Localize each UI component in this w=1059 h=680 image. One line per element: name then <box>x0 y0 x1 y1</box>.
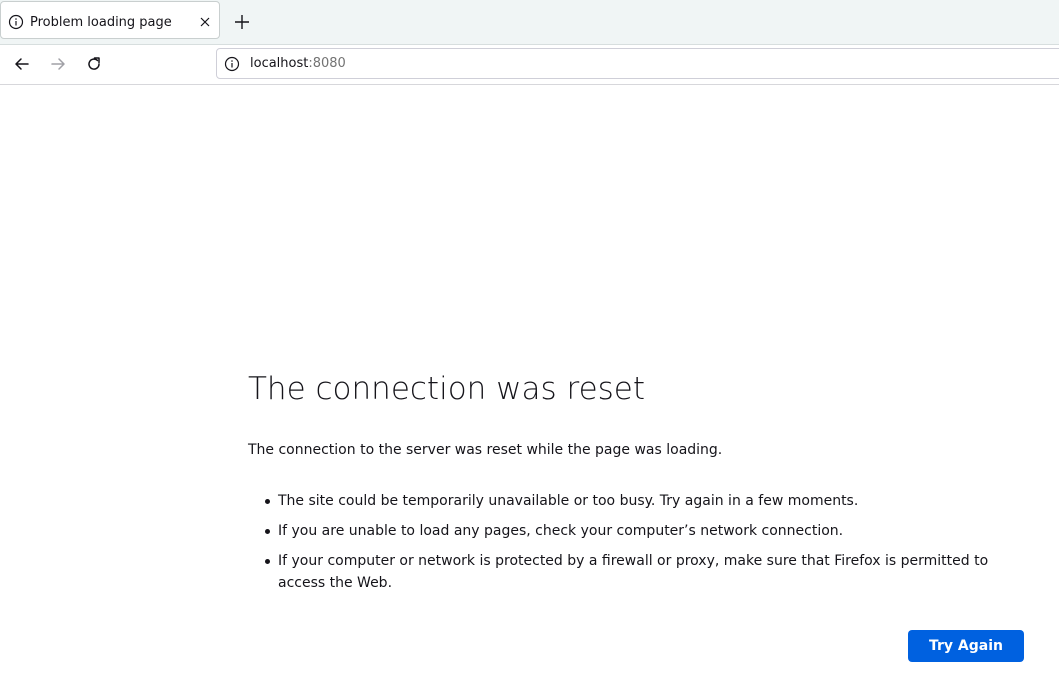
info-icon <box>8 14 24 30</box>
info-icon[interactable] <box>224 56 240 72</box>
reload-icon[interactable] <box>85 55 103 73</box>
plus-icon[interactable] <box>233 13 251 31</box>
url-port: :8080 <box>308 56 346 71</box>
try-again-button[interactable]: Try Again <box>908 630 1024 662</box>
back-arrow-icon[interactable] <box>13 55 31 73</box>
close-icon[interactable] <box>198 15 212 29</box>
list-item: If you are unable to load any pages, che… <box>248 520 998 542</box>
error-title: The connection was reset <box>248 371 646 407</box>
error-description: The connection to the server was reset w… <box>248 442 723 458</box>
list-item: The site could be temporarily unavailabl… <box>248 490 998 512</box>
forward-arrow-icon[interactable] <box>49 55 67 73</box>
tab-title: Problem loading page <box>30 15 172 30</box>
list-item: If your computer or network is protected… <box>248 550 998 594</box>
url-bar[interactable]: localhost:8080 <box>216 48 1059 79</box>
suggestion-list: The site could be temporarily unavailabl… <box>248 490 1024 602</box>
tab-bar: Problem loading page <box>0 0 1059 45</box>
url-text[interactable]: localhost:8080 <box>250 55 346 73</box>
url-host: localhost <box>250 56 309 71</box>
tab-problem-loading[interactable]: Problem loading page <box>0 1 220 39</box>
nav-bar: localhost:8080 <box>0 45 1059 85</box>
